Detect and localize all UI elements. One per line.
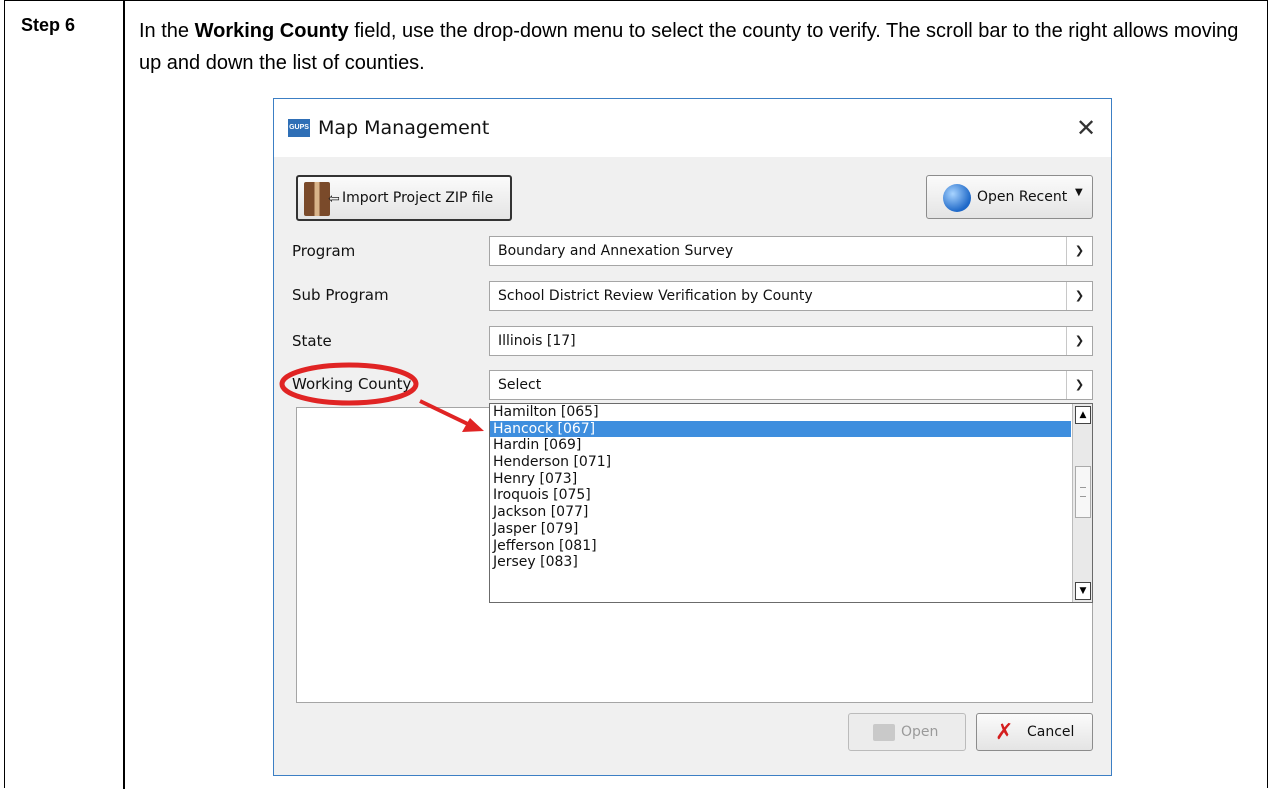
- county-option[interactable]: Hamilton [065]: [490, 404, 1092, 421]
- cancel-button[interactable]: ✗ Cancel: [976, 713, 1093, 751]
- folder-icon: [873, 724, 895, 741]
- chevron-down-icon[interactable]: ❯: [1066, 371, 1092, 399]
- state-label: State: [292, 332, 332, 350]
- county-option[interactable]: Jackson [077]: [490, 504, 1092, 521]
- arrow-icon: ⇦: [328, 191, 340, 207]
- scroll-down-icon[interactable]: ▼: [1075, 582, 1091, 600]
- county-option[interactable]: Jefferson [081]: [490, 538, 1092, 555]
- county-option[interactable]: Jasper [079]: [490, 521, 1092, 538]
- chevron-down-icon[interactable]: ❯: [1066, 327, 1092, 355]
- county-option[interactable]: Henderson [071]: [490, 454, 1092, 471]
- program-value: Boundary and Annexation Survey: [498, 243, 734, 259]
- county-option[interactable]: Iroquois [075]: [490, 487, 1092, 504]
- instruction-text: In the Working County field, use the dro…: [139, 15, 1239, 79]
- county-option[interactable]: Henry [073]: [490, 471, 1092, 488]
- scroll-up-icon[interactable]: ▲: [1075, 406, 1091, 424]
- working-county-label: Working County: [292, 375, 412, 393]
- cancel-label: Cancel: [1027, 724, 1075, 740]
- column-divider: [123, 1, 125, 789]
- state-select[interactable]: Illinois [17] ❯: [489, 326, 1093, 356]
- import-zip-button[interactable]: ⇦ Import Project ZIP file: [296, 175, 512, 221]
- map-management-dialog: GUPS Map Management ✕ ⇦ Import Project Z…: [273, 98, 1112, 776]
- caret-down-icon: ▼: [1075, 187, 1083, 198]
- open-recent-label: Open Recent: [977, 189, 1068, 205]
- open-label: Open: [901, 724, 939, 740]
- sub-program-value: School District Review Verification by C…: [498, 288, 813, 304]
- open-recent-button[interactable]: Open Recent ▼: [926, 175, 1093, 219]
- dropdown-scrollbar[interactable]: ▲ ▼: [1072, 404, 1092, 602]
- close-icon[interactable]: ✕: [1071, 113, 1101, 143]
- county-list: Hamilton [065] Hancock [067] Hardin [069] H…: [490, 404, 1092, 571]
- step-label: Step 6: [21, 15, 76, 35]
- scroll-thumb[interactable]: [1075, 466, 1091, 518]
- instruction-bold: Working County: [194, 20, 349, 42]
- open-button[interactable]: Open: [848, 713, 966, 751]
- app-icon: GUPS: [288, 119, 310, 137]
- instruction-pre: In the: [139, 20, 195, 42]
- county-option[interactable]: Hardin [069]: [490, 437, 1092, 454]
- county-option[interactable]: Jersey [083]: [490, 554, 1092, 571]
- program-label: Program: [292, 242, 356, 260]
- import-zip-label: Import Project ZIP file: [342, 190, 494, 206]
- county-dropdown[interactable]: Hamilton [065] Hancock [067] Hardin [069] H…: [489, 403, 1093, 603]
- working-county-value: Select: [498, 377, 542, 393]
- county-option[interactable]: Hancock [067]: [490, 420, 1071, 438]
- program-select[interactable]: Boundary and Annexation Survey ❯: [489, 236, 1093, 266]
- dialog-title: Map Management: [318, 117, 490, 139]
- working-county-select[interactable]: Select ❯: [489, 370, 1093, 400]
- sub-program-label: Sub Program: [292, 286, 389, 304]
- globe-icon: [943, 184, 971, 212]
- title-bar: GUPS Map Management ✕: [274, 99, 1111, 157]
- state-value: Illinois [17]: [498, 333, 576, 349]
- chevron-down-icon[interactable]: ❯: [1066, 282, 1092, 310]
- cancel-x-icon: ✗: [995, 720, 1014, 745]
- chevron-down-icon[interactable]: ❯: [1066, 237, 1092, 265]
- zip-file-icon: [304, 182, 330, 216]
- sub-program-select[interactable]: School District Review Verification by C…: [489, 281, 1093, 311]
